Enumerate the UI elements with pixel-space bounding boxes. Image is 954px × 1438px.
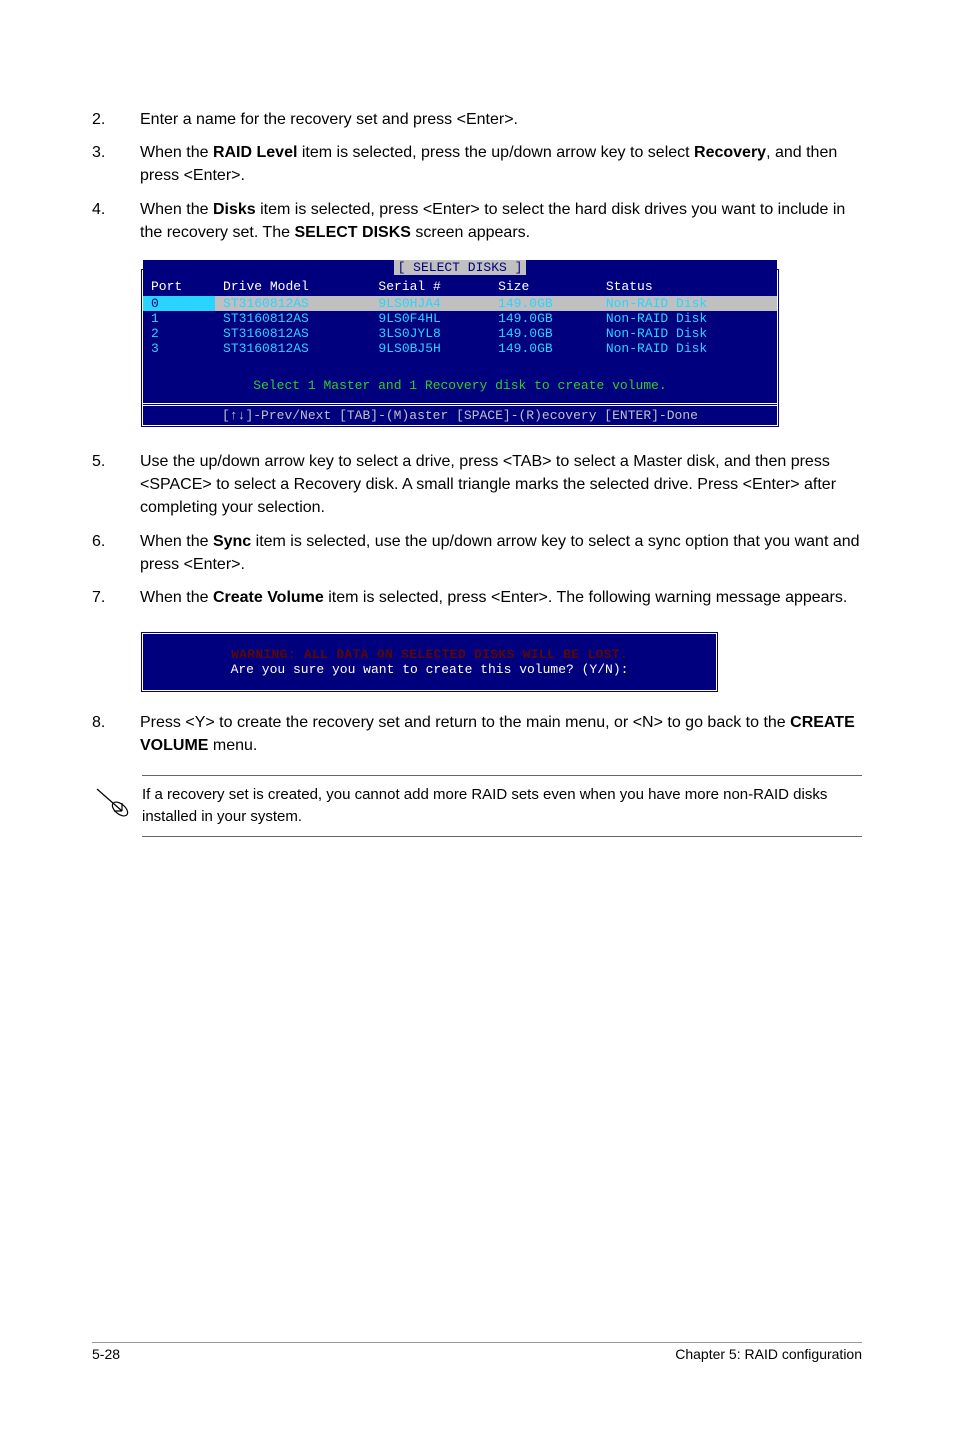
cell: Non-RAID Disk [598,326,777,341]
page: 2. Enter a name for the recovery set and… [0,0,954,1438]
step-list: 2. Enter a name for the recovery set and… [92,108,862,244]
table-header-row: Port Drive Model Serial # Size Status [143,279,777,296]
step-3: 3. When the RAID Level item is selected,… [92,141,862,187]
text: Press <Y> to create the recovery set and… [140,714,790,731]
step-number: 6. [92,530,140,576]
step-number: 7. [92,586,140,609]
cell: 9LS0F4HL [370,311,490,326]
text: When the [140,201,213,218]
note-block: If a recovery set is created, you cannot… [92,775,862,837]
term-raid-level: RAID Level [213,144,297,161]
step-text: When the Disks item is selected, press <… [140,198,862,244]
step-number: 4. [92,198,140,244]
cell: Non-RAID Disk [598,296,777,311]
step-text: When the RAID Level item is selected, pr… [140,141,862,187]
step-number: 3. [92,141,140,187]
text: When the [140,533,213,550]
text: screen appears. [411,224,530,241]
term-sync: Sync [213,533,251,550]
chapter-label: Chapter 5: RAID configuration [675,1346,862,1362]
text: item is selected, press the up/down arro… [297,144,694,161]
table-row: 3 ST3160812AS 9LS0BJ5H 149.0GB Non-RAID … [143,341,777,356]
cell: ST3160812AS [215,341,370,356]
cell: Non-RAID Disk [598,311,777,326]
cell: ST3160812AS [215,311,370,326]
table-row: 0 ST3160812AS 9LS0HJA4 149.0GB Non-RAID … [143,296,777,311]
step-number: 2. [92,108,140,131]
term-recovery: Recovery [694,144,766,161]
step-list-continued: 5. Use the up/down arrow key to select a… [92,450,862,609]
bios-footer: [↑↓]-Prev/Next [TAB]-(M)aster [SPACE]-(R… [143,403,777,425]
disk-table: Port Drive Model Serial # Size Status 0 … [143,279,777,356]
step-text: Press <Y> to create the recovery set and… [140,711,862,757]
col-serial: Serial # [370,279,490,296]
cell: 149.0GB [490,341,598,356]
step-text: Enter a name for the recovery set and pr… [140,108,862,131]
text: menu. [208,737,257,754]
warning-panel: WARNING: ALL DATA ON SELECTED DISKS WILL… [140,631,719,693]
bios-message: Select 1 Master and 1 Recovery disk to c… [143,356,777,403]
cell: 1 [143,311,215,326]
col-model: Drive Model [215,279,370,296]
col-size: Size [490,279,598,296]
note-text: If a recovery set is created, you cannot… [142,775,862,837]
bios-screenshot: [ SELECT DISKS ] Port Drive Model Serial… [140,268,862,428]
step-text: Use the up/down arrow key to select a dr… [140,450,862,520]
note-icon [92,775,142,826]
col-status: Status [598,279,777,296]
cell: 9LS0BJ5H [370,341,490,356]
cell: 149.0GB [490,296,598,311]
cell: 149.0GB [490,311,598,326]
text: item is selected, press <Enter>. The fol… [324,589,848,606]
cell: 2 [143,326,215,341]
step-2: 2. Enter a name for the recovery set and… [92,108,862,131]
step-text: When the Create Volume item is selected,… [140,586,862,609]
step-text: When the Sync item is selected, use the … [140,530,862,576]
page-number: 5-28 [92,1346,120,1362]
warning-line1: WARNING: ALL DATA ON SELECTED DISKS WILL… [143,647,716,662]
cell: ST3160812AS [215,296,370,311]
cell: 3LS0JYL8 [370,326,490,341]
step-number: 8. [92,711,140,757]
cell: 9LS0HJA4 [370,296,490,311]
term-select-disks: SELECT DISKS [294,224,410,241]
warning-screenshot: WARNING: ALL DATA ON SELECTED DISKS WILL… [140,631,862,693]
table-row: 1 ST3160812AS 9LS0F4HL 149.0GB Non-RAID … [143,311,777,326]
bios-panel: [ SELECT DISKS ] Port Drive Model Serial… [140,268,780,428]
page-footer: 5-28 Chapter 5: RAID configuration [92,1342,862,1362]
bios-title: [ SELECT DISKS ] [143,260,777,275]
table-row: 2 ST3160812AS 3LS0JYL8 149.0GB Non-RAID … [143,326,777,341]
step-6: 6. When the Sync item is selected, use t… [92,530,862,576]
col-port: Port [143,279,215,296]
step-7: 7. When the Create Volume item is select… [92,586,862,609]
cell: Non-RAID Disk [598,341,777,356]
step-4: 4. When the Disks item is selected, pres… [92,198,862,244]
step-number: 5. [92,450,140,520]
cell: 3 [143,341,215,356]
step-8: 8. Press <Y> to create the recovery set … [92,711,862,757]
bios-title-label: [ SELECT DISKS ] [394,260,527,275]
cell: ST3160812AS [215,326,370,341]
text: When the [140,144,213,161]
cell: 149.0GB [490,326,598,341]
term-create-volume: Create Volume [213,589,324,606]
warning-line2: Are you sure you want to create this vol… [143,662,716,677]
step-list-continued-2: 8. Press <Y> to create the recovery set … [92,711,862,757]
cell: 0 [143,296,215,311]
step-5: 5. Use the up/down arrow key to select a… [92,450,862,520]
term-disks: Disks [213,201,256,218]
text: When the [140,589,213,606]
